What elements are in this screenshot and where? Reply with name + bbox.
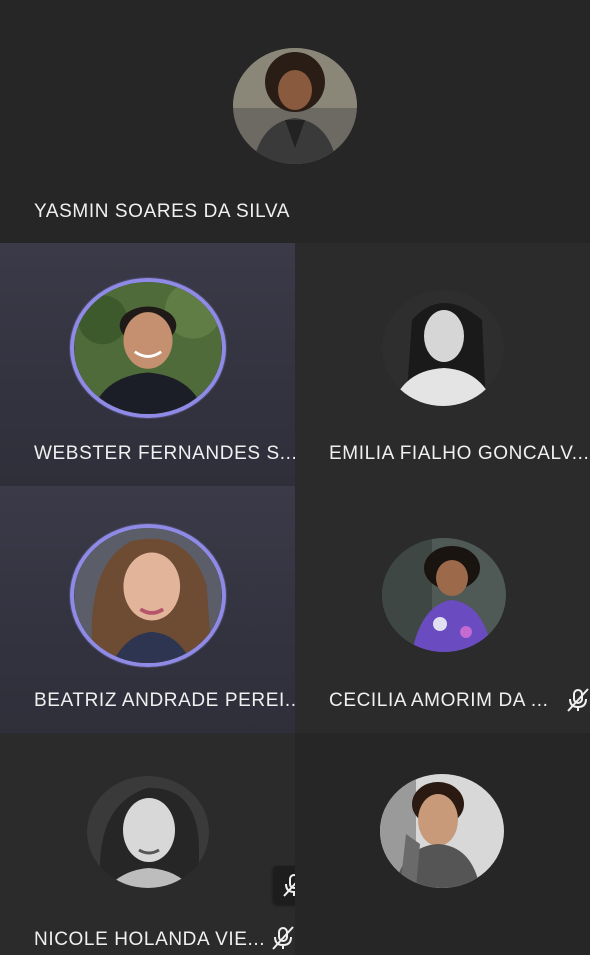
person-photo-icon <box>380 774 504 888</box>
person-photo-icon <box>74 282 222 414</box>
participant-avatar <box>382 538 506 652</box>
person-photo-icon <box>87 776 209 888</box>
participant-avatar <box>70 524 226 667</box>
participant-avatar <box>70 278 226 418</box>
mic-off-icon <box>270 925 295 951</box>
participant-avatar <box>87 776 209 888</box>
person-photo-icon <box>382 290 504 406</box>
participant-grid: YASMIN SOARES DA SILVA WEBSTER FERNANDES… <box>0 0 590 955</box>
participant-name: EMILIA FIALHO GONCALV... <box>329 443 590 464</box>
self-mic-button[interactable] <box>273 866 295 904</box>
participant-tile-emilia[interactable]: EMILIA FIALHO GONCALV... <box>295 243 590 486</box>
mic-off-icon <box>565 687 590 713</box>
participant-name: YASMIN SOARES DA SILVA <box>34 201 291 222</box>
participant-tile-unnamed[interactable] <box>295 733 590 955</box>
participant-avatar <box>380 774 504 888</box>
participant-tile-beatriz[interactable]: BEATRIZ ANDRADE PEREI... <box>0 486 295 733</box>
participant-avatar <box>233 48 357 164</box>
person-photo-icon <box>233 48 357 164</box>
participant-name: WEBSTER FERNANDES S... <box>34 443 295 464</box>
participant-tile-webster[interactable]: WEBSTER FERNANDES S... <box>0 243 295 486</box>
mic-off-icon <box>281 872 295 898</box>
participant-tile-cecilia[interactable]: CECILIA AMORIM DA ... <box>295 486 590 733</box>
participant-name: BEATRIZ ANDRADE PEREI... <box>34 690 295 711</box>
participant-name: CECILIA AMORIM DA ... <box>329 690 549 711</box>
participant-tile-nicole[interactable]: NICOLE HOLANDA VIE... <box>0 733 295 955</box>
person-photo-icon <box>74 528 222 663</box>
participant-avatar <box>382 290 504 406</box>
participant-name: NICOLE HOLANDA VIE... <box>34 929 266 950</box>
participant-tile-yasmin[interactable]: YASMIN SOARES DA SILVA <box>0 0 590 243</box>
person-photo-icon <box>382 538 506 652</box>
